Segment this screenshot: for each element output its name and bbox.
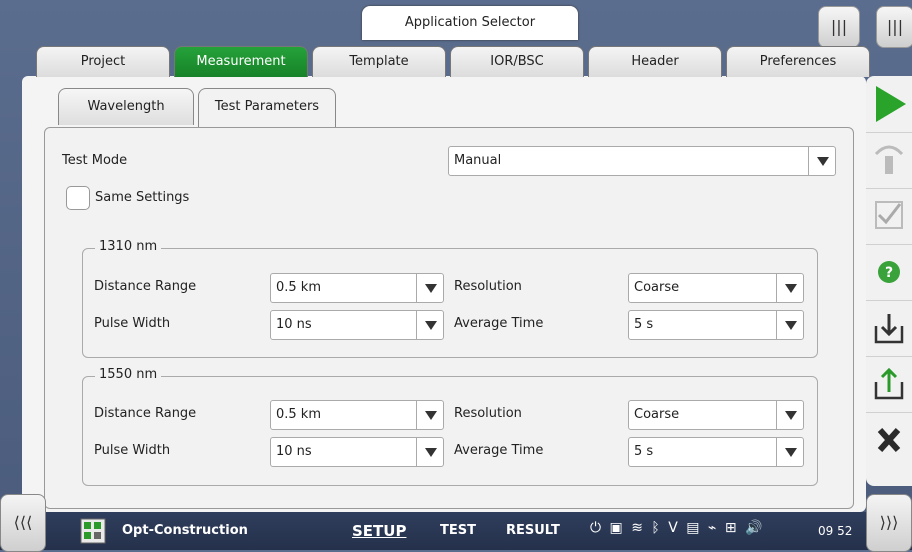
- check-icon: [875, 201, 903, 229]
- group-1310nm: 1310 nm: [82, 239, 818, 358]
- test-tab[interactable]: TEST: [440, 512, 476, 550]
- probe-icon: [874, 145, 904, 174]
- network-icon: ⊞: [724, 520, 737, 536]
- application-icon[interactable]: [80, 518, 106, 544]
- chevron-down-icon[interactable]: [416, 438, 443, 466]
- tab-ior-bsc[interactable]: IOR/BSC: [450, 46, 584, 77]
- resolution-label: Resolution: [454, 279, 522, 294]
- pulse-width-value: 10 ns: [276, 317, 312, 332]
- resolution-value: Coarse: [634, 407, 680, 422]
- load-button[interactable]: [866, 300, 912, 357]
- tab-project[interactable]: Project: [36, 46, 170, 77]
- test-mode-label: Test Mode: [62, 153, 128, 168]
- tab-preferences[interactable]: Preferences: [726, 46, 870, 77]
- test-mode-select[interactable]: Manual: [448, 146, 836, 176]
- resolution-value: Coarse: [634, 280, 680, 295]
- camera-icon: ▣: [609, 520, 623, 536]
- subtab-wavelength[interactable]: Wavelength: [58, 88, 194, 125]
- next-app-button[interactable]: ⟩⟩⟩: [866, 494, 912, 552]
- vnc-icon: V: [668, 520, 678, 536]
- load-icon: [874, 314, 904, 344]
- chevron-down-icon[interactable]: [776, 274, 803, 302]
- chevron-down-icon[interactable]: [416, 311, 443, 339]
- same-settings-label: Same Settings: [95, 190, 190, 205]
- distance-range-label: Distance Range: [94, 406, 197, 421]
- distance-range-value: 0.5 km: [276, 407, 321, 422]
- chevron-down-icon[interactable]: [776, 438, 803, 466]
- power-icon: ⏻: [590, 520, 602, 536]
- average-time-value: 5 s: [634, 444, 654, 459]
- tab-template[interactable]: Template: [312, 46, 446, 77]
- average-time-select-1550[interactable]: 5 s: [628, 437, 804, 467]
- same-settings-checkbox[interactable]: [66, 186, 90, 210]
- average-time-select-1310[interactable]: 5 s: [628, 310, 804, 340]
- resolution-select-1310[interactable]: Coarse: [628, 273, 804, 303]
- clock: 09 52: [818, 524, 853, 538]
- distance-range-value: 0.5 km: [276, 280, 321, 295]
- probe-button[interactable]: [866, 132, 912, 189]
- distance-range-select-1550[interactable]: 0.5 km: [270, 400, 444, 430]
- pulse-width-label: Pulse Width: [94, 443, 171, 458]
- start-button[interactable]: [866, 76, 912, 133]
- average-time-label: Average Time: [454, 443, 544, 458]
- save-button[interactable]: [866, 356, 912, 413]
- status-icons: ⏻ ▣ ≋ ᛒ V ▤ ⌁ ⊞ 🔊: [590, 520, 767, 542]
- tab-measurement[interactable]: Measurement: [174, 46, 308, 77]
- tab-header[interactable]: Header: [588, 46, 722, 77]
- volume-icon: 🔊: [745, 520, 763, 536]
- test-mode-value: Manual: [454, 153, 502, 168]
- pulse-width-select-1310[interactable]: 10 ns: [270, 310, 444, 340]
- average-time-value: 5 s: [634, 317, 654, 332]
- pulse-width-select-1550[interactable]: 10 ns: [270, 437, 444, 467]
- chevron-down-icon[interactable]: [808, 147, 835, 175]
- average-time-label: Average Time: [454, 316, 544, 331]
- bluetooth-icon: ᛒ: [651, 520, 660, 536]
- group-1550nm: 1550 nm: [82, 367, 818, 486]
- application-selector-button[interactable]: Application Selector: [362, 6, 578, 40]
- chevron-down-icon[interactable]: [416, 401, 443, 429]
- subtab-test-parameters[interactable]: Test Parameters: [198, 88, 336, 129]
- chevron-down-icon[interactable]: [776, 311, 803, 339]
- result-tab[interactable]: RESULT: [506, 512, 560, 550]
- distance-range-select-1310[interactable]: 0.5 km: [270, 273, 444, 303]
- resolution-select-1550[interactable]: Coarse: [628, 400, 804, 430]
- top-tab-bar: Project Measurement Template IOR/BSC Hea…: [36, 46, 872, 78]
- satellite-icon: ⌁: [707, 520, 717, 536]
- help-icon: ?: [878, 261, 900, 283]
- help-button[interactable]: ?: [866, 244, 912, 301]
- bottom-bar: Opt-Construction SETUP TEST RESULT ⏻ ▣ ≋…: [0, 512, 912, 550]
- right-toolbar: ?: [866, 76, 912, 486]
- chevron-down-icon[interactable]: [416, 274, 443, 302]
- help-glyph: ?: [885, 265, 893, 281]
- distance-range-label: Distance Range: [94, 279, 197, 294]
- close-icon: [877, 427, 901, 453]
- save-icon: [874, 367, 904, 400]
- terminal-icon: ▤: [686, 520, 700, 536]
- panel-toggle-button[interactable]: |||: [818, 6, 860, 48]
- group-title: 1550 nm: [95, 367, 162, 382]
- prev-app-button[interactable]: ⟨⟨⟨: [0, 494, 46, 552]
- wifi-icon: ≋: [631, 520, 643, 536]
- setup-tab[interactable]: SETUP: [352, 512, 406, 550]
- chevron-down-icon[interactable]: [776, 401, 803, 429]
- resolution-label: Resolution: [454, 406, 522, 421]
- pulse-width-label: Pulse Width: [94, 316, 171, 331]
- app-name: Opt-Construction: [122, 523, 248, 538]
- panel-toggle-button-right[interactable]: |||: [876, 6, 912, 48]
- pulse-width-value: 10 ns: [276, 444, 312, 459]
- validate-button[interactable]: [866, 188, 912, 245]
- group-title: 1310 nm: [95, 239, 162, 254]
- close-button[interactable]: [866, 412, 912, 468]
- play-icon: [876, 86, 906, 122]
